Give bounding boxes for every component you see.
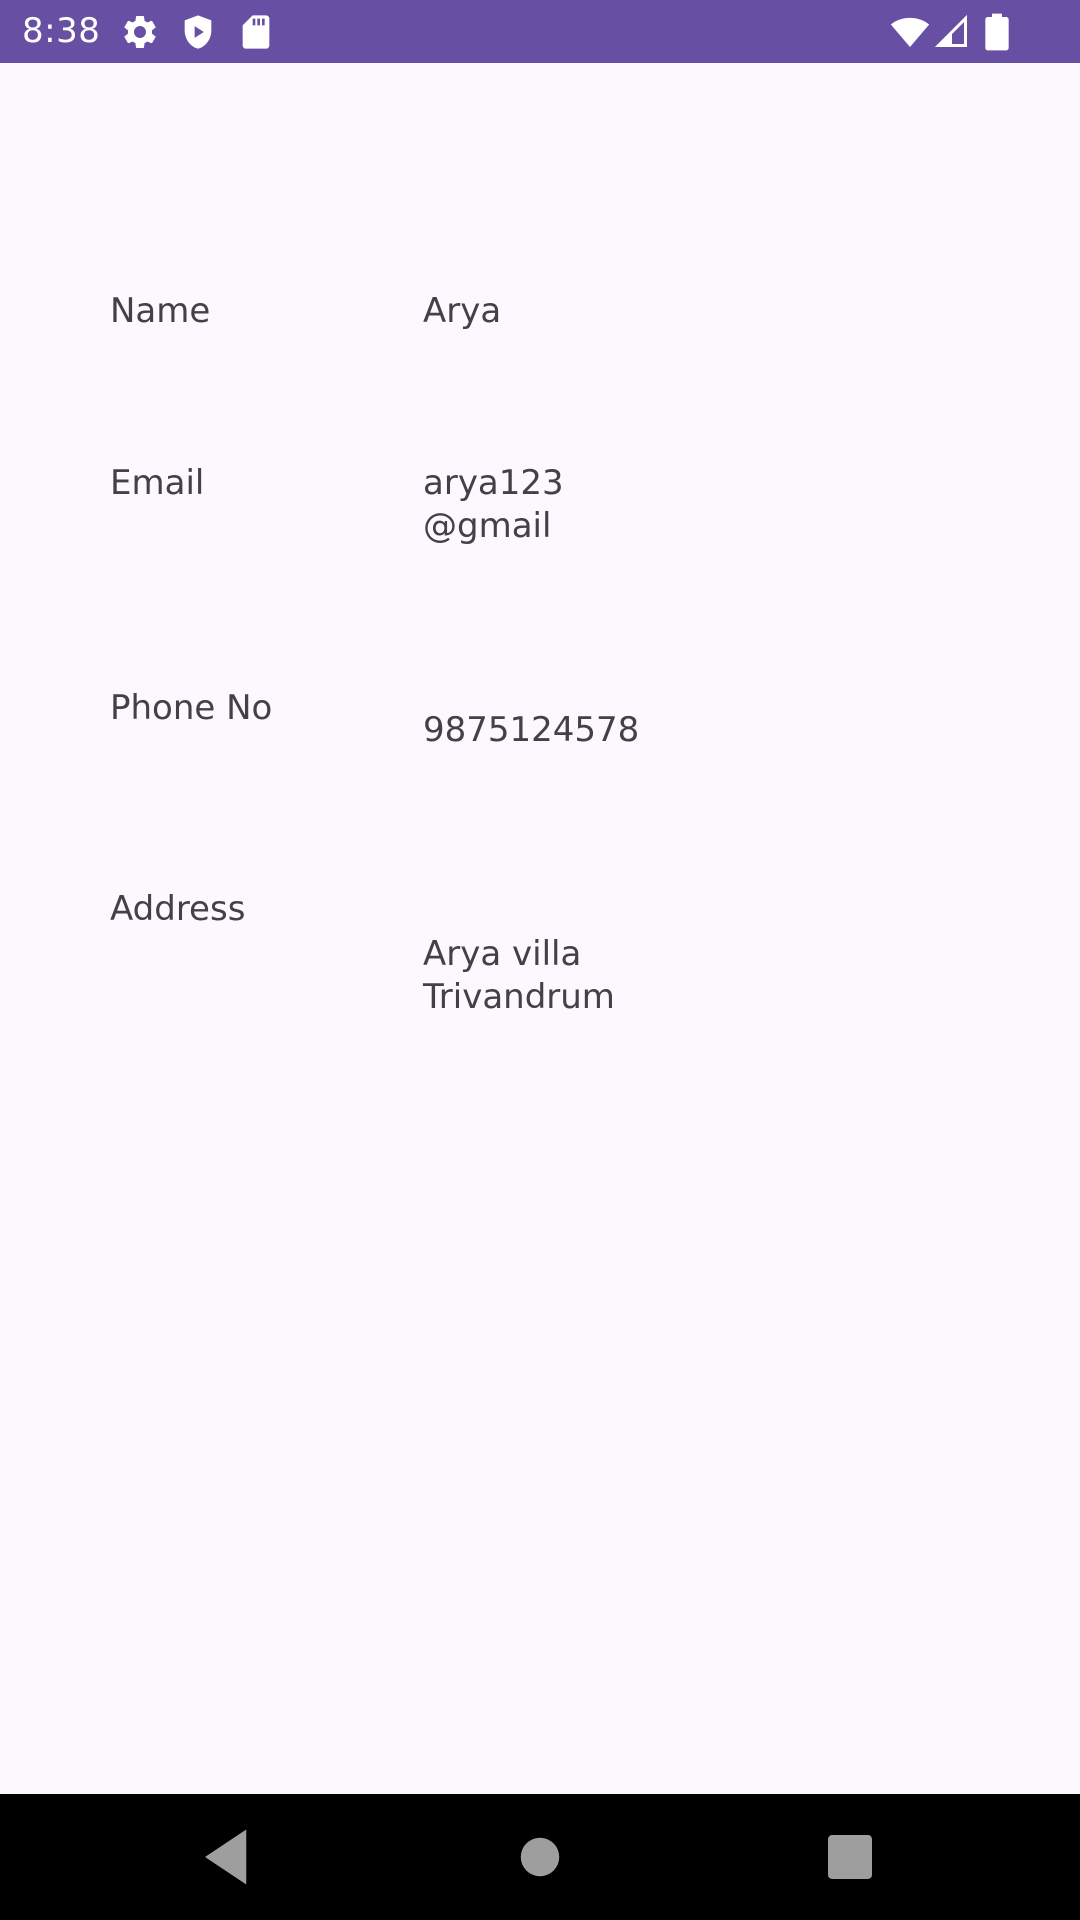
sd-card-icon [236, 12, 276, 52]
navigation-bar [0, 1794, 1080, 1920]
name-label: Name [110, 291, 211, 327]
name-value: Arya [423, 291, 502, 331]
battery-icon [982, 12, 1012, 52]
status-bar: 8:38 [0, 0, 1080, 63]
address-label: Address [110, 889, 246, 929]
status-time: 8:38 [22, 11, 101, 51]
profile-details: Name Arya Email arya123 @gmail Phone No … [0, 63, 1080, 1794]
signal-icon [934, 12, 970, 52]
shield-icon [178, 12, 218, 52]
email-label: Email [110, 463, 205, 503]
back-icon[interactable] [192, 1824, 262, 1890]
gear-icon [120, 12, 160, 52]
address-value: Arya villa Trivandrum [423, 934, 615, 1017]
recents-icon[interactable] [815, 1824, 885, 1890]
phone-value: 9875124578 [423, 710, 640, 750]
wifi-icon [888, 12, 932, 52]
phone-label: Phone No [110, 688, 273, 728]
email-value: arya123 @gmail [423, 463, 564, 546]
home-icon[interactable] [505, 1824, 575, 1890]
